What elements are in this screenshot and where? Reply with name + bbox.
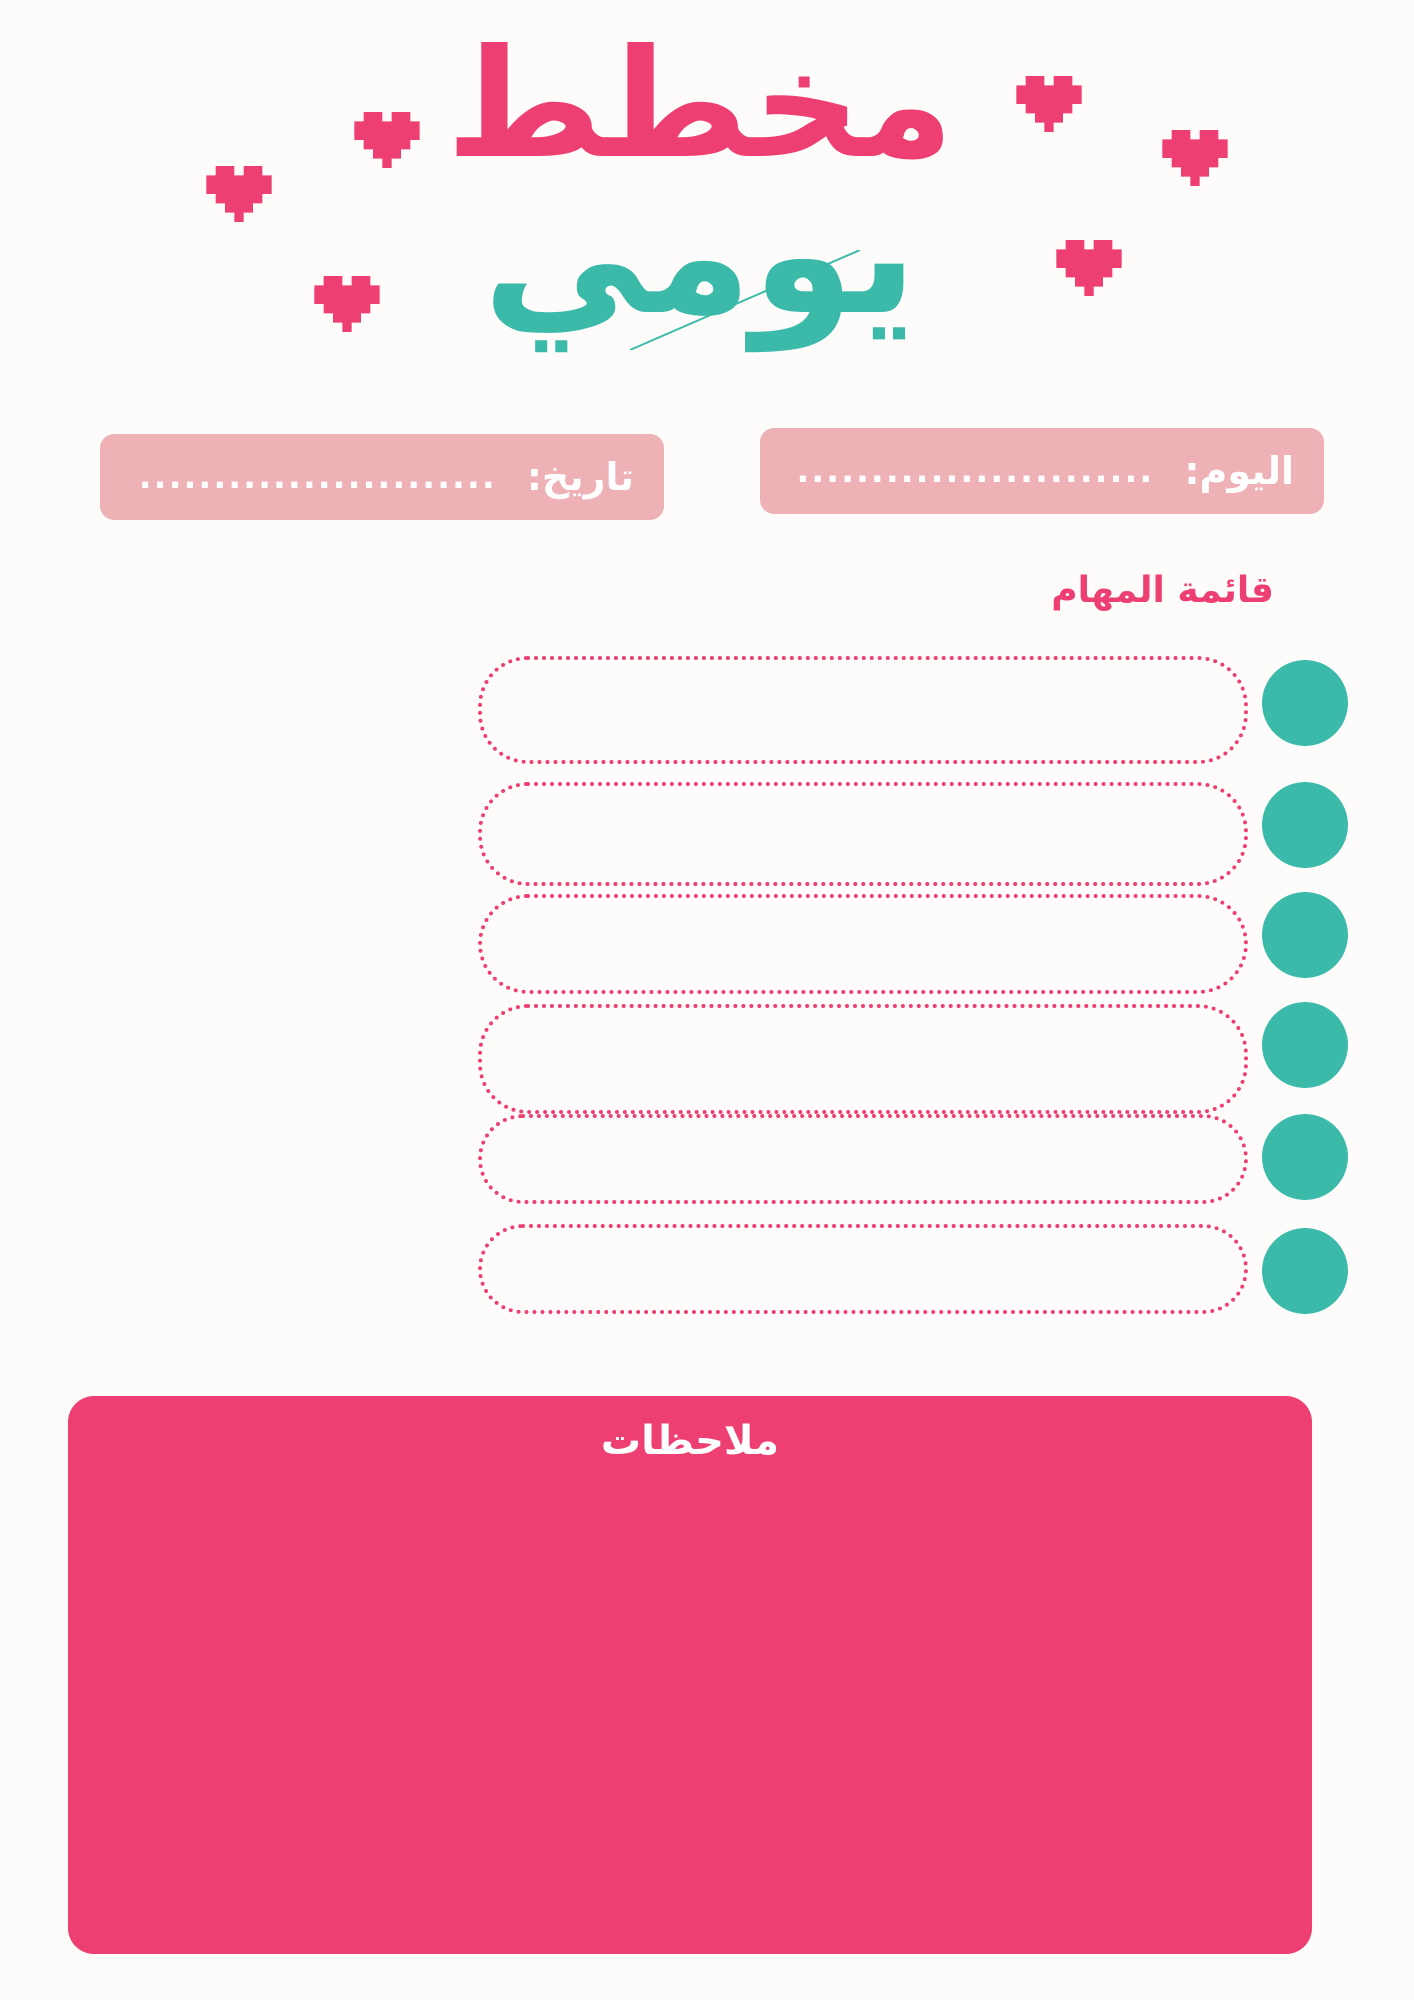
task-checkbox[interactable] bbox=[1262, 892, 1348, 978]
pixel-heart-icon bbox=[1162, 130, 1228, 186]
day-input[interactable]: ........................ bbox=[796, 451, 1154, 491]
day-label: اليوم: bbox=[1184, 449, 1294, 493]
date-label: تاريخ: bbox=[526, 455, 634, 499]
pixel-heart-icon bbox=[1056, 240, 1122, 296]
task-input[interactable] bbox=[478, 1114, 1248, 1204]
task-checkbox[interactable] bbox=[1262, 660, 1348, 746]
task-list-title: قائمة المهام bbox=[1051, 570, 1274, 611]
task-input[interactable] bbox=[478, 782, 1248, 886]
pixel-heart-icon bbox=[314, 276, 380, 332]
decorative-stroke bbox=[630, 250, 860, 350]
planner-title: مخطط يومي bbox=[420, 20, 980, 370]
pixel-heart-icon bbox=[1016, 76, 1082, 132]
task-input[interactable] bbox=[478, 894, 1248, 994]
task-input[interactable] bbox=[478, 1004, 1248, 1114]
pixel-heart-icon bbox=[206, 166, 272, 222]
task-checkbox[interactable] bbox=[1262, 1228, 1348, 1314]
task-checkbox[interactable] bbox=[1262, 782, 1348, 868]
pixel-heart-icon bbox=[354, 112, 420, 168]
task-checkbox[interactable] bbox=[1262, 1002, 1348, 1088]
date-field[interactable]: تاريخ: ........................ bbox=[100, 434, 664, 520]
notes-box[interactable]: ملاحظات bbox=[68, 1396, 1312, 1954]
task-input[interactable] bbox=[478, 656, 1248, 764]
task-checkbox[interactable] bbox=[1262, 1114, 1348, 1200]
notes-title: ملاحظات bbox=[600, 1418, 780, 1464]
day-field[interactable]: اليوم: ........................ bbox=[760, 428, 1324, 514]
date-input[interactable]: ........................ bbox=[139, 457, 497, 497]
task-input[interactable] bbox=[478, 1224, 1248, 1314]
